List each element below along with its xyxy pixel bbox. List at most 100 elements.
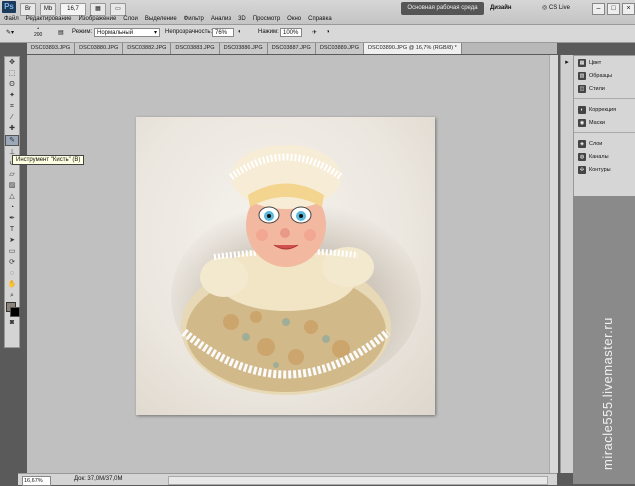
cs-live-label: CS Live [548,5,570,11]
brush-size-value: 200 [34,32,43,38]
tab-document[interactable]: DSC03893.JPG [27,43,76,54]
gradient-tool-icon[interactable]: ▨ [6,181,18,190]
healing-tool-icon[interactable]: ✚ [6,124,18,133]
panel-dock-strip: ▸ [560,55,573,473]
panel-label: Коррекция [589,106,617,113]
menu-layer[interactable]: Слои [123,16,138,22]
crop-tool-icon[interactable]: ⌗ [6,102,18,111]
document-tabs: DSC03893.JPG DSC03880.JPG DSC03882.JPG D… [27,43,557,54]
shape-tool-icon[interactable]: ▭ [6,247,18,256]
minimize-icon[interactable]: – [592,3,605,15]
chevron-down-icon: ▾ [153,30,157,36]
collapse-icon[interactable]: ▸ [561,58,573,66]
tab-document[interactable]: DSC03882.JPG [123,43,172,54]
tab-document[interactable]: DSC03880.JPG [75,43,124,54]
options-bar: ✎▾ • 200 ▤ Режим: Нормальный ▾ Непрозрачн… [0,25,635,43]
menu-filter[interactable]: Фильтр [184,16,204,22]
zoom-level-field[interactable]: 16,7 [60,3,86,16]
tab-document[interactable]: DSC03887.JPG [267,43,316,54]
quick-mask-icon[interactable]: ◙ [6,318,18,327]
panel-label: Цвет [589,59,602,66]
canvas-area[interactable] [27,55,557,473]
styles-panel-icon: ◫ [578,84,586,93]
airbrush-icon[interactable]: ✈ [312,29,317,36]
path-select-tool-icon[interactable]: ➤ [6,236,18,245]
eyedropper-tool-icon[interactable]: ⁄ [6,113,18,122]
panel-layers[interactable]: ◈ Слои [574,137,635,150]
tab-document[interactable]: DSC03883.JPG [171,43,220,54]
menu-analysis[interactable]: Анализ [211,16,231,22]
status-bar: 16,67% Док: 37,0М/37,0М [18,473,557,486]
zoom-tool-icon[interactable]: ⌕ [6,291,18,300]
brush-tool-icon[interactable]: ✎ [5,135,19,146]
panel-adjustments[interactable]: ◐ Коррекция [574,103,635,116]
zoom-field[interactable]: 16,67% [22,476,51,486]
screen-mode-icon[interactable]: ▭ [110,3,126,16]
close-icon[interactable]: × [622,3,635,15]
dodge-tool-icon[interactable]: ◔ [6,203,18,212]
panel-channels[interactable]: ◍ Каналы [574,150,635,163]
color-panel-icon: ▦ [578,58,586,67]
menu-view[interactable]: Просмотр [253,16,280,22]
tablet-size-icon[interactable]: ◑ [326,29,330,35]
panel-label: Каналы [589,153,609,160]
lasso-tool-icon[interactable]: ʘ [6,80,18,89]
eraser-tool-icon[interactable]: ▱ [6,170,18,179]
doll-photo [171,145,421,395]
menu-3d[interactable]: 3D [238,16,246,22]
workspace-button[interactable]: Основная рабочая среда [401,2,484,15]
flow-label: Нажим: [258,29,279,35]
marquee-tool-icon[interactable]: ⬚ [6,69,18,78]
opacity-field[interactable]: 76% [212,28,234,37]
menu-window[interactable]: Окно [287,16,301,22]
brush-preset-icon[interactable]: ✎▾ [6,29,14,36]
pen-tool-icon[interactable]: ✒ [6,214,18,223]
panel-label: Стили [589,85,605,92]
3d-rotate-tool-icon[interactable]: ⟳ [6,258,18,267]
menu-select[interactable]: Выделение [145,16,177,22]
panel-paths[interactable]: ✣ Контуры [574,163,635,176]
minibridge-icon[interactable]: Mb [40,3,56,16]
blur-tool-icon[interactable]: △ [6,192,18,201]
channels-panel-icon: ◍ [578,152,586,161]
quick-select-tool-icon[interactable]: ✦ [6,91,18,100]
tab-document[interactable]: DSC03889.JPG [315,43,364,54]
masks-panel-icon: ◉ [578,118,586,127]
flow-field[interactable]: 100% [280,28,302,37]
panel-label: Контуры [589,166,611,173]
tab-document[interactable]: DSC03886.JPG [219,43,268,54]
panel-color[interactable]: ▦ Цвет [574,56,635,69]
panel-styles[interactable]: ◫ Стили [574,82,635,95]
brush-size-picker[interactable]: • 200 [34,26,42,38]
background-color-swatch[interactable] [10,307,20,317]
mode-label: Режим: [72,29,93,35]
tab-document-active[interactable]: DSC03890.JPG @ 16,7% (RGB/8) * [363,43,462,54]
type-tool-icon[interactable]: T [6,225,18,234]
brush-panel-icon[interactable]: ▤ [58,29,64,36]
menu-items: Файл Редактирование Изображение Слои Выд… [4,16,332,22]
mode-select[interactable]: Нормальный ▾ [94,28,160,37]
paths-panel-icon: ✣ [578,165,586,174]
hand-tool-icon[interactable]: ✋ [6,280,18,289]
bridge-icon[interactable]: Br [20,3,36,16]
panel-label: Слои [589,140,603,147]
design-workspace-link[interactable]: Дизайн [490,5,512,11]
color-swatches[interactable] [6,302,20,317]
menu-file[interactable]: Файл [4,16,19,22]
menu-help[interactable]: Справка [308,16,332,22]
cs-live-button[interactable]: ◎ CS Live [542,4,570,11]
arrange-icon[interactable]: ▦ [90,3,106,16]
move-tool-icon[interactable]: ✥ [6,58,18,67]
vertical-scrollbar[interactable] [549,55,558,473]
3d-orbit-tool-icon[interactable]: ◌ [6,269,18,278]
menu-image[interactable]: Изображение [78,16,116,22]
panel-masks[interactable]: ◉ Маски [574,116,635,129]
tablet-opacity-icon[interactable]: ◐ [238,29,242,35]
menu-bar: Ps Br Mb 16,7 ▦ ▭ Файл Редактирование Из… [0,0,635,25]
swatches-panel-icon: ▥ [578,71,586,80]
menu-edit[interactable]: Редактирование [26,16,72,22]
panels-column: ▦ Цвет ▥ Образцы ◫ Стили ◐ Коррекция ◉ Маски … [573,55,635,197]
panel-swatches[interactable]: ▥ Образцы [574,69,635,82]
document-image[interactable] [136,117,435,415]
maximize-icon[interactable]: □ [607,3,620,15]
